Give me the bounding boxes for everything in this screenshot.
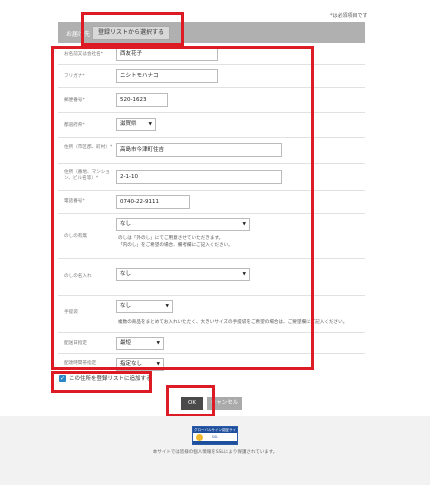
globalsign-badge[interactable]: グローバルサイン認証サイト SSL [192,426,238,445]
highlight-form [51,46,314,370]
highlight-select-from-list [81,12,184,46]
seal-icon [196,434,203,441]
required-note: *は必須項目です [330,13,368,19]
highlight-save-checkbox [51,371,152,393]
highlight-ok-button [166,385,215,417]
delivery-address-page: *は必須項目です お届け先 登録リストから選択する お名前又は会社名* 西友花子… [0,0,430,485]
badge-bottom-bar [193,441,237,444]
ssl-note: 本サイトでは皆様の個人情報をSSLにより保護されています。 [152,450,278,455]
